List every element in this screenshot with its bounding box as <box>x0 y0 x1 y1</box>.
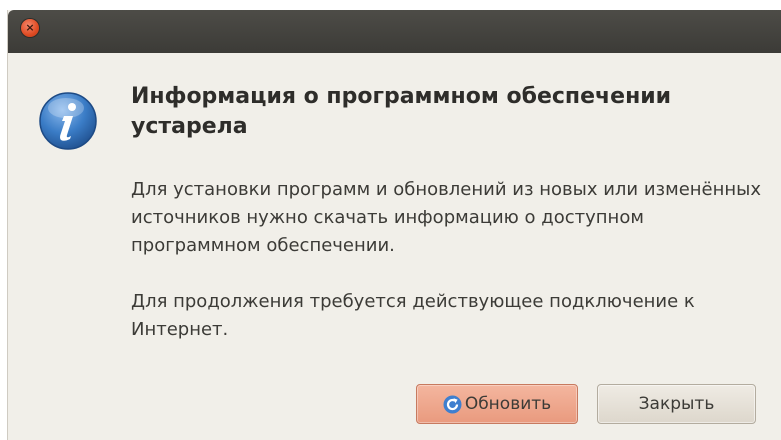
refresh-icon <box>443 395 462 414</box>
window-close-button[interactable]: × <box>21 19 39 37</box>
dialog-connection-note: Для продолжения требуется действующее по… <box>131 291 695 340</box>
close-button-label: Закрыть <box>638 394 715 414</box>
close-button[interactable]: Закрыть <box>597 384 756 424</box>
dialog-message: Для установки программ и обновлений из н… <box>131 179 762 256</box>
refresh-button-label: Обновить <box>464 394 552 414</box>
dialog-window: × Информация о программном обеспечении у… <box>7 10 781 440</box>
dialog-title: Информация о программном обеспечении уст… <box>131 84 672 139</box>
info-icon <box>38 91 98 155</box>
refresh-button[interactable]: Обновить <box>416 384 578 424</box>
titlebar[interactable]: × <box>8 10 781 53</box>
